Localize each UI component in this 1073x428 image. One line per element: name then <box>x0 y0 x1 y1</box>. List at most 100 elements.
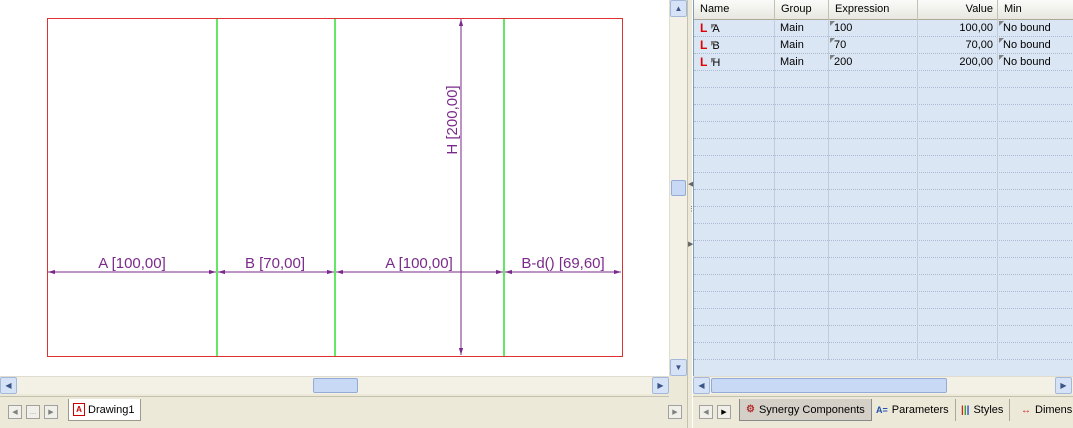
cell-value[interactable] <box>918 88 998 105</box>
table-row[interactable] <box>694 139 1073 156</box>
cell-name[interactable] <box>694 309 775 326</box>
cell-min[interactable]: No bound <box>998 54 1073 71</box>
cell-min[interactable] <box>998 105 1073 122</box>
cell-expression[interactable] <box>829 156 918 173</box>
cell-value[interactable]: 100,00 <box>918 20 998 37</box>
column-header-group[interactable]: Group <box>775 0 829 20</box>
cell-group[interactable]: Main <box>775 20 829 37</box>
cell-name[interactable] <box>694 88 775 105</box>
cell-min[interactable] <box>998 88 1073 105</box>
dimension-a-left[interactable]: A [100,00] <box>48 255 216 275</box>
cell-expression[interactable] <box>829 326 918 343</box>
table-row[interactable] <box>694 326 1073 343</box>
cell-min[interactable] <box>998 190 1073 207</box>
cell-group[interactable] <box>775 139 829 156</box>
table-row[interactable] <box>694 173 1073 190</box>
tab-styles[interactable]: ||| Styles <box>955 399 1011 421</box>
table-row[interactable] <box>694 241 1073 258</box>
cell-value[interactable] <box>918 156 998 173</box>
cell-name[interactable] <box>694 292 775 309</box>
cell-expression[interactable] <box>829 343 918 360</box>
cell-name[interactable] <box>694 173 775 190</box>
canvas-vertical-scrollbar[interactable]: ▲ ▼ <box>669 0 687 376</box>
cell-expression[interactable] <box>829 224 918 241</box>
cell-min[interactable] <box>998 173 1073 190</box>
cell-name[interactable]: LA <box>694 20 775 37</box>
cell-value[interactable] <box>918 173 998 190</box>
cell-expression[interactable]: 70 <box>829 37 918 54</box>
cell-min[interactable] <box>998 71 1073 88</box>
grid-scroll-right-button[interactable]: ▶ <box>1055 377 1072 394</box>
table-row[interactable] <box>694 343 1073 360</box>
cell-expression[interactable] <box>829 173 918 190</box>
cell-expression[interactable] <box>829 105 918 122</box>
scroll-left-button[interactable]: ◀ <box>0 377 17 394</box>
table-row[interactable] <box>694 71 1073 88</box>
cell-group[interactable] <box>775 258 829 275</box>
cell-name[interactable] <box>694 139 775 156</box>
table-row[interactable] <box>694 190 1073 207</box>
cell-group[interactable] <box>775 309 829 326</box>
panel-toggle-button[interactable]: ▶ <box>668 405 682 419</box>
table-row[interactable] <box>694 292 1073 309</box>
cell-expression[interactable] <box>829 190 918 207</box>
table-row[interactable] <box>694 88 1073 105</box>
cell-value[interactable] <box>918 105 998 122</box>
column-header-min[interactable]: Min <box>998 0 1073 20</box>
cell-name[interactable] <box>694 343 775 360</box>
cell-expression[interactable] <box>829 207 918 224</box>
panel-prev-tab-button[interactable]: ◀ <box>699 405 713 419</box>
table-row[interactable] <box>694 224 1073 241</box>
cell-min[interactable] <box>998 309 1073 326</box>
cell-name[interactable] <box>694 275 775 292</box>
cell-group[interactable] <box>775 190 829 207</box>
table-row[interactable]: L A Main 100 100,00 No bound <box>694 20 1073 37</box>
tab-dimensions[interactable]: ↔ Dimens <box>1015 399 1073 421</box>
table-row[interactable] <box>694 156 1073 173</box>
first-tab-button[interactable]: ◀ <box>8 405 22 419</box>
cell-group[interactable] <box>775 122 829 139</box>
last-tab-button[interactable]: ▶ <box>44 405 58 419</box>
cell-expression[interactable]: 200 <box>829 54 918 71</box>
cell-expression[interactable] <box>829 292 918 309</box>
cell-value[interactable] <box>918 275 998 292</box>
table-row[interactable] <box>694 275 1073 292</box>
cell-expression[interactable] <box>829 241 918 258</box>
tab-list-button[interactable]: … <box>26 405 40 419</box>
cell-group[interactable] <box>775 173 829 190</box>
grid-horizontal-scrollbar[interactable]: ◀ ▶ <box>693 376 1073 394</box>
cell-min[interactable]: No bound <box>998 20 1073 37</box>
cell-group[interactable] <box>775 275 829 292</box>
table-row[interactable] <box>694 309 1073 326</box>
cell-value[interactable] <box>918 292 998 309</box>
cell-name[interactable] <box>694 105 775 122</box>
cell-group[interactable]: Main <box>775 37 829 54</box>
drawing-canvas[interactable]: A [100,00] B [70,00] A [100,00] B-d() [6… <box>0 0 669 376</box>
cell-expression[interactable] <box>829 309 918 326</box>
cell-min[interactable] <box>998 139 1073 156</box>
column-header-expression[interactable]: Expression <box>829 0 918 20</box>
cell-min[interactable] <box>998 258 1073 275</box>
grid-horizontal-scroll-thumb[interactable] <box>711 378 947 393</box>
cell-name[interactable] <box>694 224 775 241</box>
cell-value[interactable] <box>918 207 998 224</box>
table-row[interactable] <box>694 207 1073 224</box>
cell-group[interactable]: Main <box>775 54 829 71</box>
cell-expression[interactable] <box>829 258 918 275</box>
scroll-right-button[interactable]: ▶ <box>652 377 669 394</box>
tab-parameters[interactable]: A= Parameters <box>870 399 956 421</box>
cell-value[interactable]: 200,00 <box>918 54 998 71</box>
column-header-value[interactable]: Value <box>918 0 998 20</box>
cell-value[interactable]: 70,00 <box>918 37 998 54</box>
table-row[interactable] <box>694 258 1073 275</box>
cell-value[interactable] <box>918 326 998 343</box>
cell-value[interactable] <box>918 71 998 88</box>
cell-group[interactable] <box>775 71 829 88</box>
vertical-scroll-thumb[interactable] <box>671 180 686 196</box>
canvas-horizontal-scrollbar[interactable]: ◀ ▶ <box>0 376 669 394</box>
cell-group[interactable] <box>775 88 829 105</box>
cell-value[interactable] <box>918 190 998 207</box>
cell-group[interactable] <box>775 105 829 122</box>
table-row[interactable]: L H Main 200 200,00 No bound <box>694 54 1073 71</box>
table-row[interactable]: L B Main 70 70,00 No bound <box>694 37 1073 54</box>
